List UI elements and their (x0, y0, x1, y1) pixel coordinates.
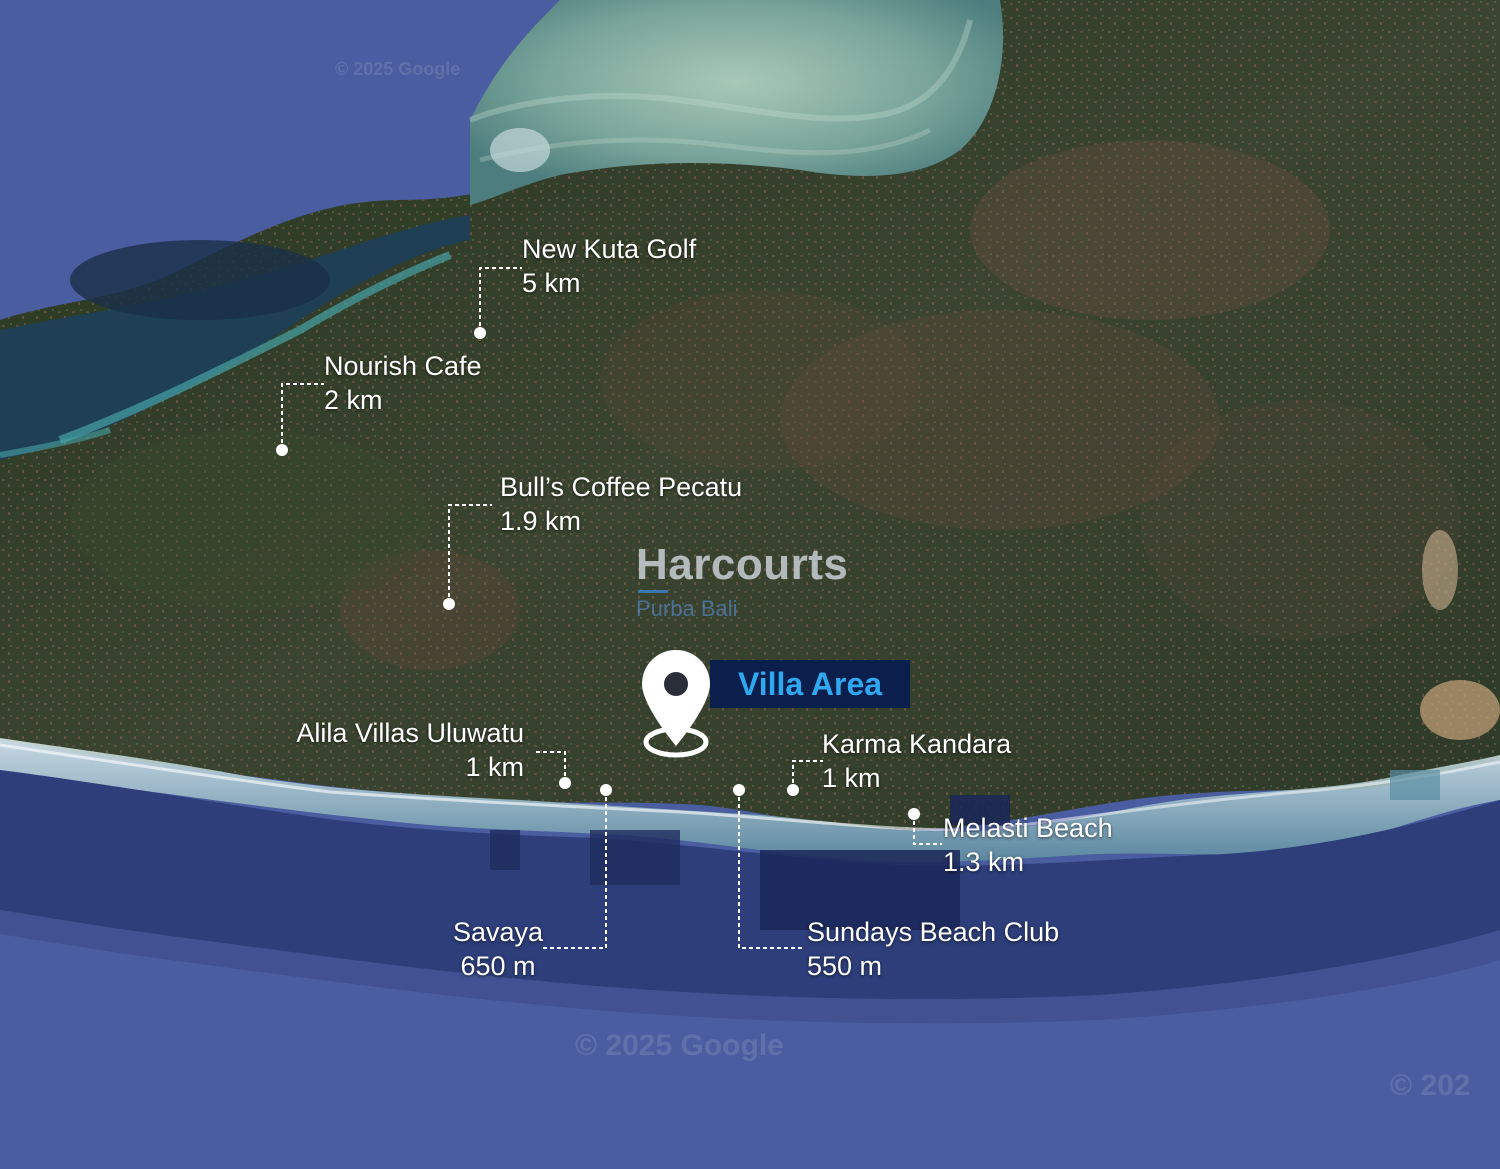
poi-name: New Kuta Golf (522, 234, 697, 264)
poi-nourish-cafe: Nourish Cafe 2 km (324, 349, 482, 417)
poi-distance: 1.3 km (943, 847, 1025, 877)
poi-distance: 650 m (460, 951, 536, 981)
poi-distance: 1.9 km (500, 506, 582, 536)
google-watermark: © 2025 Google (335, 59, 460, 79)
poi-name: Alila Villas Uluwatu (296, 718, 524, 748)
poi-name: Bull’s Coffee Pecatu (500, 472, 743, 502)
poi-dot (559, 777, 571, 789)
harcourts-watermark: Harcourts Purba Bali (636, 540, 876, 622)
watermark-accent-bar (638, 590, 668, 593)
poi-dot (908, 808, 920, 820)
villa-area-label: Villa Area (737, 666, 883, 702)
poi-distance: 1 km (822, 763, 881, 793)
poi-name: Karma Kandara (822, 729, 1012, 759)
poi-distance: 5 km (522, 268, 581, 298)
poi-distance: 550 m (807, 951, 883, 981)
poi-melasti-beach: Melasti Beach 1.3 km (943, 811, 1113, 879)
poi-dot (600, 784, 612, 796)
poi-dot (276, 444, 288, 456)
google-watermark: © 202 (1390, 1069, 1471, 1102)
poi-sundays-beach-club: Sundays Beach Club 550 m (807, 915, 1059, 983)
poi-savaya: Savaya 650 m (448, 915, 548, 983)
poi-dot (474, 327, 486, 339)
poi-alila-villas-uluwatu: Alila Villas Uluwatu 1 km (262, 716, 524, 784)
poi-distance: 1 km (465, 752, 524, 782)
watermark-brand: Harcourts (636, 540, 849, 589)
poi-distance: 2 km (324, 385, 383, 415)
poi-dot (787, 784, 799, 796)
poi-name: Sundays Beach Club (807, 917, 1060, 947)
google-watermark: © 2025 Google (575, 1029, 784, 1062)
poi-dot (443, 598, 455, 610)
poi-karma-kandara: Karma Kandara 1 km (822, 727, 1011, 795)
poi-dot (733, 784, 745, 796)
poi-name: Nourish Cafe (324, 351, 482, 381)
watermark-subtitle: Purba Bali (636, 596, 738, 621)
poi-new-kuta-golf: New Kuta Golf 5 km (522, 232, 696, 300)
villa-area-badge: Villa Area (710, 660, 910, 708)
poi-bulls-coffee-pecatu: Bull’s Coffee Pecatu 1.9 km (500, 470, 742, 538)
poi-name: Savaya (452, 917, 544, 947)
poi-name: Melasti Beach (943, 813, 1113, 843)
